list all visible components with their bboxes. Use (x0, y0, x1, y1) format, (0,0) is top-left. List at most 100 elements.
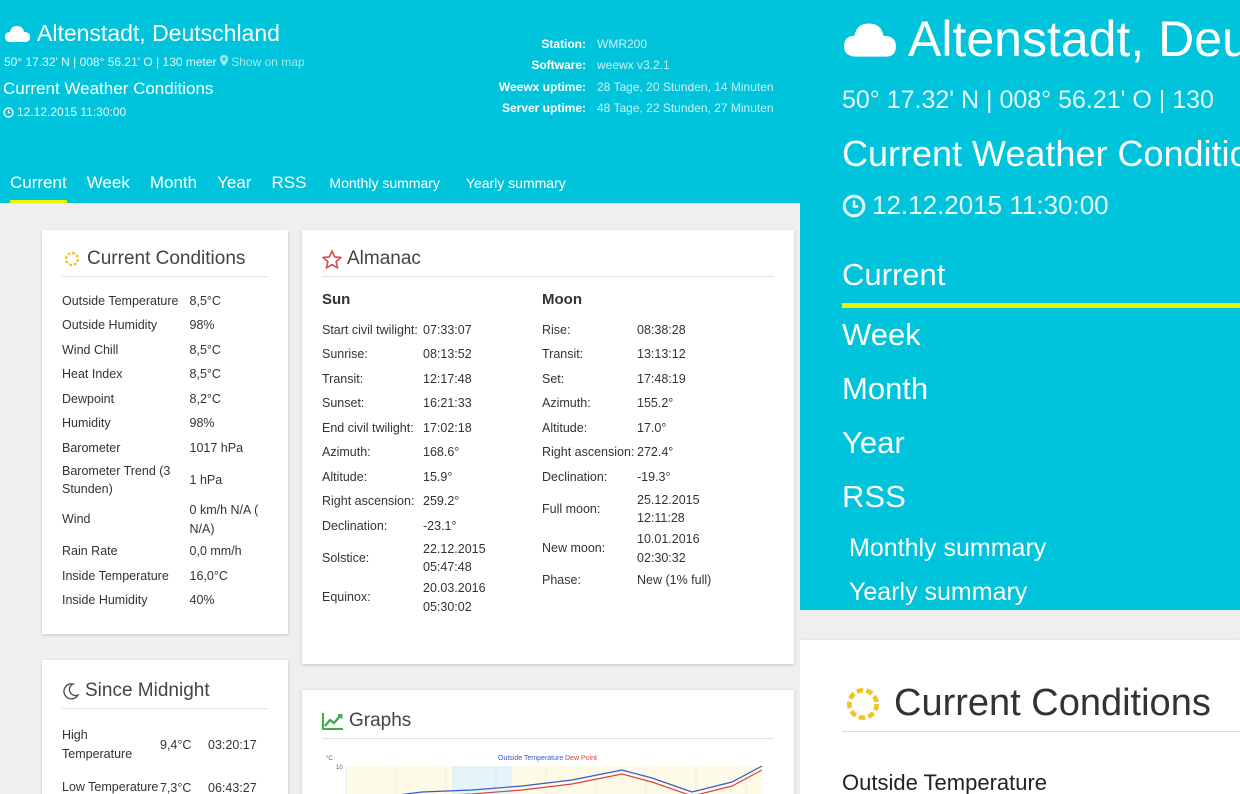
row-value: 9,4°C (160, 737, 192, 752)
row-label: Start civil twilight: (322, 322, 418, 337)
temperature-graph-thumbnail[interactable]: Outside Temperature Dew Point °C 10 (322, 752, 772, 794)
station-row: Weewx uptime: 28 Tage, 20 Stunden, 14 Min… (440, 76, 800, 98)
row-value: 0 km/h N/A ( N/A) (189, 503, 259, 536)
table-row: Transit: 12:17:48 (322, 367, 542, 392)
table-row: Declination: -23.1° (322, 514, 542, 539)
tab-current[interactable]: Current (0, 170, 77, 203)
row-label: Outside Humidity (62, 318, 158, 333)
table-row: Barometer Trend (3 Stunden) 1 hPa (62, 461, 268, 501)
tab-rss[interactable]: RSS (261, 170, 316, 203)
row-label: Azimuth: (322, 445, 371, 460)
row-label: Solstice: (322, 550, 370, 565)
row-label: Low Temperature (62, 780, 159, 794)
page-subtitle: Current Weather Conditions (3, 79, 214, 98)
row-value: 08:13:52 (423, 347, 472, 362)
main-nav: Current Week Month Year RSS Monthly summ… (0, 170, 579, 203)
map-marker-icon (219, 55, 228, 66)
row-value: 1 hPa (189, 472, 223, 487)
row-label: High Temperature (62, 727, 133, 761)
row-value: 25.12.2015 12:11:28 (637, 492, 700, 526)
table-row: Low Temperature 7,3°C 06:43:27 (62, 766, 268, 794)
moon-icon (63, 683, 80, 700)
table-row: Transit: 13:13:12 (542, 343, 762, 368)
mobile-tab-current[interactable]: Current (842, 250, 1240, 308)
graphs-title: Graphs (349, 710, 412, 731)
table-row: Outside Temperature 8,5°C (62, 289, 268, 314)
map-link-label: Show on map (231, 55, 305, 69)
station-label: Software: (531, 58, 586, 73)
row-label: Humidity (62, 416, 111, 431)
row-value: 12:17:48 (423, 371, 472, 386)
row-label: Sunrise: (322, 347, 368, 362)
tab-monthly-summary[interactable]: Monthly summary (316, 170, 452, 203)
row-label: Altitude: (322, 469, 368, 484)
tab-yearly-summary[interactable]: Yearly summary (453, 170, 579, 203)
mobile-tab-month[interactable]: Month (842, 364, 1240, 418)
clock-icon (3, 106, 14, 118)
station-row: Station: WMR200 (440, 33, 800, 55)
row-value: 98% (189, 416, 215, 431)
table-row: Solstice: 22.12.2015 05:47:48 (322, 539, 542, 579)
mobile-tab-year[interactable]: Year (842, 418, 1240, 472)
row-value: 07:33:07 (423, 322, 472, 337)
row-value: 8,2°C (189, 391, 221, 406)
row-value: 10.01.2016 02:30:32 (637, 532, 700, 565)
card-title: Current Conditions (62, 248, 268, 277)
row-value: 259.2° (423, 494, 460, 509)
row-label: Transit: (542, 347, 584, 362)
table-row: Right ascension: 259.2° (322, 490, 542, 515)
row-value: 17:02:18 (423, 420, 472, 435)
station-label: Server uptime: (501, 101, 586, 116)
row-label: Barometer Trend (3 Stunden) (62, 463, 171, 497)
row-value: 7,3°C (160, 780, 192, 794)
tab-month[interactable]: Month (140, 170, 207, 203)
row-value: 8,5°C (189, 293, 221, 308)
table-row: Humidity 98% (62, 412, 268, 437)
row-value: 168.6° (423, 445, 460, 460)
row-value: 8,5°C (189, 342, 221, 357)
table-row: Outside Humidity 98% (62, 314, 268, 339)
mobile-site-title: Altenstadt, Deutschland (842, 10, 1240, 68)
sun-icon (64, 251, 80, 267)
mobile-location-name: Altenstadt, Deutschland (908, 11, 1240, 67)
mobile-tab-monthly-summary[interactable]: Monthly summary (842, 526, 1240, 570)
station-info: Station: WMR200 Software: weewx v3.2.1 Wee… (440, 33, 800, 119)
row-time: 03:20:17 (208, 737, 257, 752)
since-midnight-card: Since Midnight High Temperature 9,4°C 03:2… (42, 660, 288, 794)
table-row: Altitude: 17.0° (542, 416, 762, 441)
row-label: Inside Humidity (62, 593, 148, 608)
card-title: Graphs (322, 710, 774, 739)
mobile-nav: Current Week Month Year RSS Monthly summ… (842, 250, 1240, 614)
mobile-observation-time: 12.12.2015 11:30:00 (842, 190, 1109, 221)
row-label: Barometer (62, 440, 121, 455)
mobile-card-title: Current Conditions (842, 682, 1240, 732)
tab-week[interactable]: Week (77, 170, 140, 203)
row-value: 15.9° (423, 469, 453, 484)
sun-column: Sun Start civil twilight: 07:33:07 Sunris… (322, 291, 542, 618)
mobile-header: Altenstadt, Deutschland 50° 17.32' N | 0… (800, 0, 1240, 610)
mobile-tab-yearly-summary[interactable]: Yearly summary (842, 570, 1240, 614)
row-value: 272.4° (637, 445, 674, 460)
table-row: High Temperature 9,4°C 03:20:17 (62, 723, 268, 766)
table-row: Right ascension: 272.4° (542, 441, 762, 466)
sun-heading: Sun (322, 291, 351, 308)
row-value: 22.12.2015 05:47:48 (423, 541, 486, 575)
show-on-map-link[interactable]: Show on map (219, 55, 305, 69)
mobile-tab-rss[interactable]: RSS (842, 472, 1240, 526)
site-title: Altenstadt, Deutschland (4, 20, 280, 47)
chart-title-dew-point: Dew Point (565, 755, 597, 762)
row-label: Phase: (542, 573, 581, 588)
row-label: Set: (542, 371, 565, 386)
tab-year[interactable]: Year (207, 170, 261, 203)
row-label: Right ascension: (542, 445, 635, 460)
table-row: Start civil twilight: 07:33:07 (322, 318, 542, 343)
mobile-current-conditions-card: Current Conditions Outside Temperature (800, 640, 1240, 794)
row-value: 13:13:12 (637, 347, 686, 362)
table-row: Inside Temperature 16,0°C (62, 564, 268, 589)
moon-column: Moon Rise: 08:38:28 Transit: 13:13:12 Set:… (542, 291, 762, 618)
mobile-current-conditions-title: Current Conditions (894, 682, 1211, 724)
row-time: 06:43:27 (208, 780, 257, 794)
clock-icon (842, 194, 866, 217)
mobile-tab-week[interactable]: Week (842, 310, 1240, 364)
table-row: Set: 17:48:19 (542, 367, 762, 392)
